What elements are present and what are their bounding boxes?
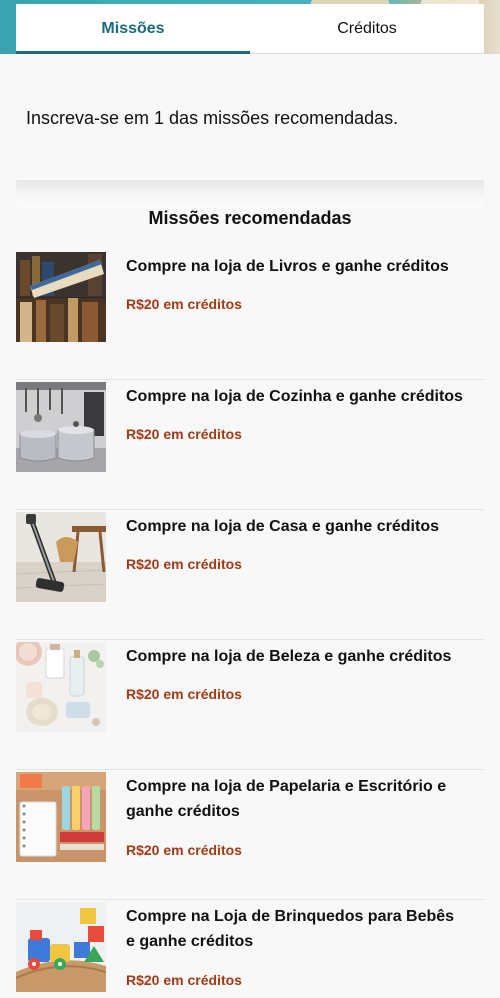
mission-item-beauty[interactable]: Compre na loja de Beleza e ganhe crédito… (16, 640, 484, 770)
mission-title: Compre na loja de Livros e ganhe crédito… (126, 258, 449, 275)
mission-item-home[interactable]: Compre na loja de Casa e ganhe créditos … (16, 510, 484, 640)
instruction-text: Inscreva-se em 1 das missões recomendada… (26, 108, 399, 128)
mission-reward: R$20 em créditos (126, 972, 242, 988)
mission-reward: R$20 em créditos (126, 296, 242, 312)
mission-item-books[interactable]: Compre na loja de Livros e ganhe crédito… (16, 250, 484, 380)
mission-reward: R$20 em créditos (126, 686, 242, 702)
mission-title: Compre na loja de Beleza e ganhe crédito… (126, 648, 452, 665)
mission-list: Compre na loja de Livros e ganhe crédito… (16, 250, 484, 998)
stationery-image (16, 772, 106, 862)
mission-title: Compre na loja de Cozinha e ganhe crédit… (126, 388, 463, 405)
mission-reward: R$20 em créditos (126, 556, 242, 572)
missions-panel: Inscreva-se em 1 das missões recomendada… (0, 54, 500, 998)
mission-title: Compre na loja de Papelaria e Escritório… (126, 778, 447, 820)
books-image (16, 252, 106, 342)
baby-toys-image (16, 902, 106, 992)
home-image (16, 512, 106, 602)
section-divider (16, 180, 484, 208)
tab-bar: Missões Créditos (16, 4, 484, 54)
mission-item-stationery[interactable]: Compre na loja de Papelaria e Escritório… (16, 770, 484, 900)
tab-credits[interactable]: Créditos (250, 4, 484, 54)
beauty-image (16, 642, 106, 732)
mission-item-baby-toys[interactable]: Compre na Loja de Brinquedos para Bebês … (16, 900, 484, 998)
mission-title: Compre na Loja de Brinquedos para Bebês … (126, 908, 455, 950)
kitchen-image (16, 382, 106, 472)
mission-reward: R$20 em créditos (126, 842, 242, 858)
tab-missions[interactable]: Missões (16, 4, 250, 54)
mission-title: Compre na loja de Casa e ganhe créditos (126, 518, 439, 535)
mission-item-kitchen[interactable]: Compre na loja de Cozinha e ganhe crédit… (16, 380, 484, 510)
mission-reward: R$20 em créditos (126, 426, 242, 442)
section-title: Missões recomendadas (148, 208, 352, 228)
